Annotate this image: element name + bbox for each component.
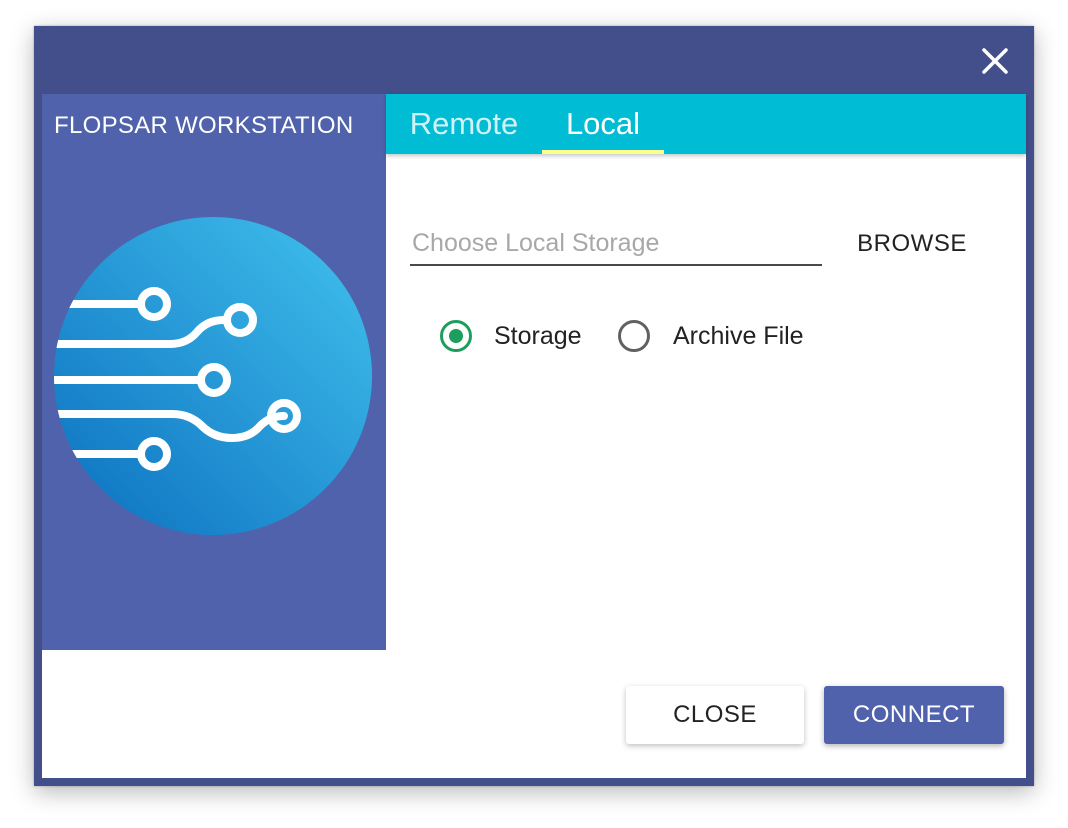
storage-radio-label[interactable]: Storage [494,320,582,352]
connection-dialog: FLOPSAR WORKSTATION Remote Local Choose … [34,26,1034,786]
close-icon[interactable] [980,46,1010,76]
close-button[interactable]: CLOSE [626,686,804,744]
brand-panel: FLOPSAR WORKSTATION [42,94,386,650]
local-storage-input[interactable] [410,222,822,266]
active-tab-indicator [542,150,664,154]
tab-remote[interactable]: Remote [394,94,534,154]
circuit-globe-icon [54,217,372,535]
app-title: FLOPSAR WORKSTATION [54,112,354,139]
tab-local[interactable]: Local [542,94,664,154]
archive-file-radio[interactable] [618,320,650,352]
connect-button[interactable]: CONNECT [824,686,1004,744]
tab-bar: Remote Local [386,94,1026,154]
dialog-body: FLOPSAR WORKSTATION Remote Local Choose … [42,94,1026,778]
storage-radio[interactable] [440,320,472,352]
browse-button[interactable]: BROWSE [842,222,982,266]
archive-file-radio-label[interactable]: Archive File [673,320,804,352]
